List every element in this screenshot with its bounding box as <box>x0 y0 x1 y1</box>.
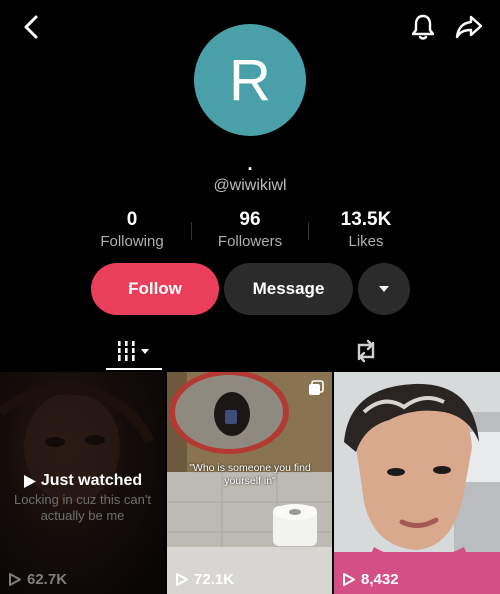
video-grid: Just watched Locking in cuz this can't a… <box>0 372 500 594</box>
following-count: 0 <box>126 209 138 230</box>
video-caption: "Who is someone you find yourself in" <box>189 462 311 487</box>
likes-count: 13.5K <box>340 209 392 230</box>
repost-icon <box>357 339 375 363</box>
following-label: Following <box>100 233 164 250</box>
play-icon <box>9 573 21 586</box>
video-caption: Locking in cuz this can't actually be me <box>14 492 151 523</box>
play-icon <box>23 474 36 488</box>
username: @wiwikiwl <box>213 177 287 194</box>
video-thumbnail <box>334 372 500 594</box>
view-count: 62.7K <box>8 571 67 588</box>
content-tabs <box>0 330 500 372</box>
view-count-text: 62.7K <box>27 571 68 588</box>
caret-down-icon <box>379 286 389 292</box>
share-arrow-icon <box>455 15 483 39</box>
more-options-button[interactable] <box>358 263 410 315</box>
just-watched-label: Just watched <box>0 472 165 490</box>
profile-stats: 0 Following 96 Followers 13.5K Likes <box>0 208 500 256</box>
view-count: 8,432 <box>342 571 399 588</box>
just-watched-text: Just watched <box>40 472 143 489</box>
stat-followers[interactable]: 96 Followers <box>190 208 310 252</box>
avatar-letter: R <box>229 47 271 113</box>
view-count-text: 8,432 <box>361 571 399 588</box>
view-count: 72.1K <box>175 571 234 588</box>
message-button[interactable]: Message <box>224 263 353 315</box>
bell-icon <box>411 14 435 40</box>
play-icon <box>343 573 355 586</box>
share-button[interactable] <box>452 10 486 44</box>
active-tab-indicator <box>106 368 162 370</box>
avatar[interactable]: R <box>194 24 306 136</box>
likes-label: Likes <box>348 233 384 250</box>
notifications-button[interactable] <box>406 10 440 44</box>
followers-label: Followers <box>217 233 283 250</box>
tab-reposts[interactable] <box>344 330 388 372</box>
tab-videos[interactable] <box>106 330 162 372</box>
chevron-left-icon <box>24 15 38 39</box>
display-name: . <box>247 154 253 174</box>
video-tile[interactable]: Just watched Locking in cuz this can't a… <box>0 372 165 594</box>
followers-count: 96 <box>239 209 261 230</box>
back-button[interactable] <box>16 12 46 42</box>
video-tile[interactable]: "Who is someone you find yourself in" 72… <box>167 372 332 594</box>
video-tile[interactable]: 8,432 <box>334 372 500 594</box>
grid-bars-icon <box>117 341 149 361</box>
play-icon <box>176 573 188 586</box>
follow-button[interactable]: Follow <box>91 263 219 315</box>
multi-photo-icon <box>309 380 324 395</box>
view-count-text: 72.1K <box>194 571 235 588</box>
stat-likes[interactable]: 13.5K Likes <box>306 208 426 252</box>
stat-following[interactable]: 0 Following <box>72 208 192 252</box>
profile-actions: Follow Message <box>0 263 500 315</box>
